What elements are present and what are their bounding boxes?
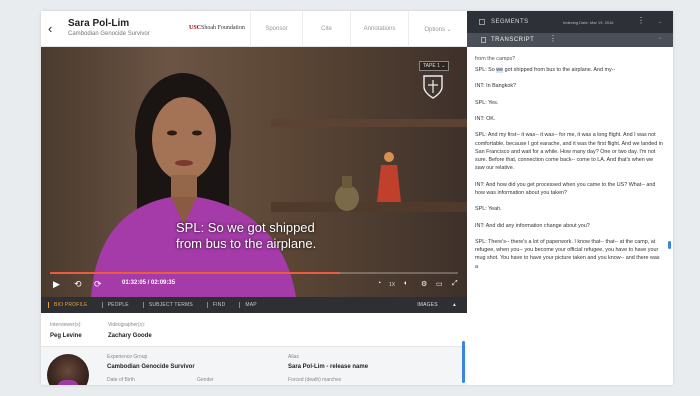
caption-line-2: from bus to the airplane. bbox=[176, 236, 317, 251]
tab-map[interactable]: MAP bbox=[232, 297, 263, 313]
chevron-up-icon[interactable]: ⌃ bbox=[658, 37, 662, 43]
transcript-line[interactable]: SPL: Yeah. bbox=[475, 205, 663, 213]
tab-label: MAP bbox=[245, 302, 257, 308]
gender-label: Gender bbox=[197, 377, 214, 383]
tab-people[interactable]: PEOPLE bbox=[95, 297, 136, 313]
forward-10-icon[interactable]: ⟳ bbox=[94, 279, 102, 289]
detail-tab-bar: BIO PROFILE PEOPLE SUBJECT TERMS FIND MA… bbox=[41, 297, 467, 313]
interviewee-name: Sara Pol-Lim bbox=[68, 18, 130, 29]
experience-group-label: Experience Group bbox=[107, 354, 148, 360]
video-progress-fill bbox=[50, 272, 340, 274]
transcript-icon bbox=[481, 37, 486, 43]
closed-caption-icon[interactable]: ◔ bbox=[377, 280, 381, 287]
profile-scrollbar[interactable] bbox=[462, 341, 465, 383]
transcript-body[interactable]: from the camps? SPL: So we got shipped f… bbox=[473, 47, 669, 341]
picture-in-picture-icon[interactable]: ▭ bbox=[436, 280, 443, 288]
segments-header[interactable]: SEGMENTS Indexing Date: Mar 19, 2016 ⋮ ⌄ bbox=[467, 11, 673, 33]
transcript-line[interactable]: SPL: Yes. bbox=[475, 99, 663, 107]
transcript-line[interactable]: INT: OK. bbox=[475, 115, 663, 123]
bio-details: Experience Group Cambodian Genocide Surv… bbox=[41, 346, 467, 385]
avatar bbox=[47, 354, 89, 385]
usc-shoah-logo[interactable]: USCShoah Foundation bbox=[189, 25, 245, 31]
segments-menu-icon[interactable]: ⋮ bbox=[637, 17, 645, 25]
interviewee-subtitle: Cambodian Genocide Survivor bbox=[68, 31, 150, 37]
transcript-line-prefix: SPL: So bbox=[475, 66, 497, 73]
interviewee-frame bbox=[91, 73, 296, 297]
segments-icon bbox=[479, 19, 485, 25]
tab-label: SUBJECT TERMS bbox=[148, 302, 193, 308]
transcript-line[interactable]: INT: And how did you get processed when … bbox=[475, 181, 663, 197]
tab-label: FIND bbox=[212, 302, 226, 308]
video-player[interactable]: SPL: So we got shipped from bus to the a… bbox=[41, 47, 467, 297]
logo-usc-text: USC bbox=[189, 25, 202, 31]
videographer-value: Zachary Goode bbox=[108, 333, 152, 339]
video-header: ‹ Sara Pol-Lim Cambodian Genocide Surviv… bbox=[41, 11, 467, 47]
decor-figure bbox=[377, 152, 401, 202]
caption-line-1: SPL: So we got shipped bbox=[176, 220, 315, 235]
playback-rate[interactable]: 1X bbox=[389, 282, 395, 288]
tab-sponsor[interactable]: Sponsor bbox=[250, 11, 302, 47]
tab-cite[interactable]: Cite bbox=[302, 11, 350, 47]
volume-icon[interactable]: ◖ bbox=[403, 280, 407, 287]
usc-crest-icon bbox=[423, 75, 443, 99]
video-timecode: 01:32:05 / 02:09:35 bbox=[122, 280, 176, 286]
transcript-line[interactable]: INT: And did any information change abou… bbox=[475, 222, 663, 230]
tab-marker-icon bbox=[101, 302, 105, 308]
transcript-line: from the camps? bbox=[475, 56, 516, 62]
chevron-up-icon[interactable]: ▲ bbox=[445, 297, 467, 313]
tab-label: PEOPLE bbox=[107, 302, 129, 308]
side-panel: SEGMENTS Indexing Date: Mar 19, 2016 ⋮ ⌄… bbox=[467, 11, 673, 385]
transcript-header[interactable]: TRANSCRIPT ⋮ ⌃ bbox=[467, 33, 673, 47]
date-of-birth-label: Date of Birth bbox=[107, 377, 135, 383]
transcript-title: TRANSCRIPT bbox=[491, 37, 535, 43]
decor-vase bbox=[335, 176, 359, 211]
transcript-line[interactable]: SPL: There's-- there's a lot of paperwor… bbox=[475, 238, 663, 271]
tab-marker-icon bbox=[239, 302, 242, 308]
tab-label: BIO PROFILE bbox=[54, 302, 88, 308]
videographer-label: Videographer(s): bbox=[108, 322, 146, 328]
transcript-line[interactable]: INT: In Bangkok? bbox=[475, 82, 663, 90]
logo-rest-text: Shoah Foundation bbox=[201, 25, 245, 31]
app-window: ‹ Sara Pol-Lim Cambodian Genocide Surviv… bbox=[41, 11, 673, 385]
transcript-line-rest: got shipped from bus to the airplane. An… bbox=[503, 66, 616, 73]
tab-bio-profile[interactable]: BIO PROFILE bbox=[41, 297, 95, 313]
play-icon[interactable]: ▶ bbox=[53, 279, 60, 289]
gear-icon[interactable]: ⚙ bbox=[421, 280, 427, 288]
alias-label: Alias bbox=[288, 354, 299, 360]
transcript-menu-icon[interactable]: ⋮ bbox=[549, 35, 557, 43]
chevron-left-icon[interactable]: ‹ bbox=[48, 22, 52, 36]
tab-find[interactable]: FIND bbox=[200, 297, 232, 313]
tab-marker-icon bbox=[206, 302, 210, 308]
experience-group-value: Cambodian Genocide Survivor bbox=[107, 364, 195, 370]
tab-marker-icon bbox=[142, 302, 146, 308]
transcript-scrollbar[interactable] bbox=[668, 241, 671, 249]
interviewee-info: Sara Pol-Lim Cambodian Genocide Survivor bbox=[68, 18, 150, 37]
transcript-line[interactable]: SPL: And my first-- it was-- it was-- fo… bbox=[475, 131, 663, 172]
bio-profile-panel: Interviewer(s): Peg Levine Videographer(… bbox=[41, 313, 467, 385]
forced-marches-label: Forced (death) marches bbox=[288, 377, 342, 383]
fullscreen-icon[interactable]: ⤢ bbox=[452, 280, 458, 288]
tape-selector[interactable]: TAPE 1 ⌄ bbox=[419, 61, 450, 71]
tab-marker-icon bbox=[48, 302, 51, 308]
tab-subject-terms[interactable]: SUBJECT TERMS bbox=[136, 297, 200, 313]
rewind-10-icon[interactable]: ⟲ bbox=[74, 279, 82, 289]
interviewer-label: Interviewer(s): bbox=[50, 322, 82, 328]
alias-value: Sara Pol-Lim - release name bbox=[288, 364, 369, 370]
tab-options[interactable]: Options ⌄ bbox=[408, 11, 467, 47]
indexing-date: Indexing Date: Mar 19, 2016 bbox=[563, 20, 614, 25]
tab-annotations[interactable]: Annotations bbox=[350, 11, 408, 47]
video-progress-bar[interactable] bbox=[50, 272, 458, 274]
transcript-line-current[interactable]: SPL: So we got shipped from bus to the a… bbox=[475, 66, 663, 74]
video-caption: SPL: So we got shipped from bus to the a… bbox=[176, 220, 316, 252]
segments-title: SEGMENTS bbox=[491, 19, 529, 25]
interviewer-value: Peg Levine bbox=[50, 333, 82, 339]
images-dropdown[interactable]: IMAGES bbox=[410, 297, 445, 313]
chevron-down-icon[interactable]: ⌄ bbox=[658, 19, 662, 25]
